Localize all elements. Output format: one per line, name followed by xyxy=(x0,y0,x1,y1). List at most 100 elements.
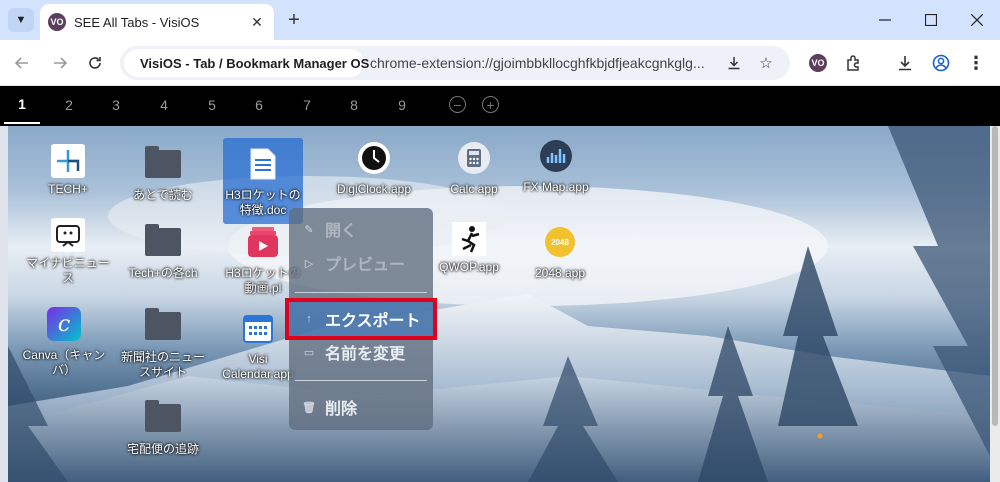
tech-plus-app-icon[interactable]: TECH+ xyxy=(25,144,111,197)
desktop-tab-7[interactable]: 7 xyxy=(289,86,325,124)
reload-icon xyxy=(89,57,101,69)
site-name: VisiOS - Tab / Bookmark Manager OS xyxy=(140,55,370,71)
2048-tile-icon: 2048 xyxy=(540,222,580,262)
mynavi-news-icon[interactable]: マイナビニュース xyxy=(25,218,111,286)
arrow-right-icon xyxy=(54,57,68,69)
menu-item-rename[interactable]: ▭ 名前を変更 xyxy=(289,335,433,369)
icon-label: 宅配便の追跡 xyxy=(126,442,199,456)
icon-label: あとで読む xyxy=(133,188,193,202)
calc-app-icon[interactable]: Calc.app xyxy=(431,138,517,197)
qwop-app-icon[interactable]: QWOP.app xyxy=(426,222,512,275)
context-menu: ✎ 開く ▷ プレビュー ↑ エクスポート ▭ 名前を変更 🗑 削除 xyxy=(285,208,437,430)
extensions-puzzle-icon xyxy=(847,55,859,71)
desktop-tab-8[interactable]: 8 xyxy=(336,86,372,124)
2048-badge: 2048 xyxy=(545,227,575,257)
site-info-chip[interactable]: VisiOS - Tab / Bookmark Manager OS xyxy=(124,49,369,77)
play-icon: ▷ xyxy=(304,257,314,270)
chart-icon xyxy=(536,136,576,176)
desktop-area[interactable]: TECH+ あとで読む H3ロケットの特徴.doc DigiClock.app … xyxy=(8,126,990,482)
desktop-tab-2[interactable]: 2 xyxy=(51,86,87,124)
remove-desktop-button[interactable]: − xyxy=(449,96,466,113)
clock-icon xyxy=(354,138,394,178)
tech-plus-logo-icon xyxy=(51,144,85,178)
profile-button[interactable] xyxy=(929,51,953,75)
minimize-button[interactable] xyxy=(862,0,908,40)
icon-label: TECH+ xyxy=(48,182,88,196)
icon-label: Canva（キャンバ） xyxy=(22,348,106,377)
tv-news-icon xyxy=(51,218,85,252)
visios-extension-button[interactable]: VO xyxy=(806,51,830,75)
folder-icon xyxy=(145,400,181,432)
menu-item-export[interactable]: ↑ エクスポート xyxy=(285,298,437,340)
menu-divider xyxy=(295,380,427,381)
folder-icon xyxy=(145,146,181,178)
desktop-tab-4[interactable]: 4 xyxy=(146,86,182,124)
menu-item-label: 開く xyxy=(325,223,358,240)
new-tab-button[interactable]: + xyxy=(282,8,306,32)
game-2048-app-icon[interactable]: 2048 2048.app xyxy=(517,222,603,281)
menu-item-label: 削除 xyxy=(325,401,358,418)
profile-icon xyxy=(932,54,950,72)
edit-icon: ✎ xyxy=(304,223,314,236)
url-text[interactable]: chrome-extension://gjoimbbkllocghfkbjdfj… xyxy=(370,55,715,71)
desktop-tab-3[interactable]: 3 xyxy=(98,86,134,124)
menu-item-delete[interactable]: 🗑 削除 xyxy=(289,390,433,424)
address-bar[interactable]: VisiOS - Tab / Bookmark Manager OS chrom… xyxy=(120,46,790,80)
icon-label: 新聞社のニュースサイト xyxy=(120,350,205,379)
downloads-button[interactable] xyxy=(893,51,917,75)
menu-divider xyxy=(295,292,427,293)
icon-label: Tech+の各ch xyxy=(128,266,198,280)
desktop-tab-9[interactable]: 9 xyxy=(384,86,420,124)
browser-tab[interactable]: VO SEE All Tabs - VisiOS ✕ xyxy=(40,4,274,40)
document-icon xyxy=(243,144,283,184)
folder-icon xyxy=(145,224,181,256)
menu-item-preview[interactable]: ▷ プレビュー xyxy=(289,246,433,280)
icon-label: Calc.app xyxy=(450,182,498,196)
delivery-tracking-folder-icon[interactable]: 宅配便の追跡 xyxy=(120,398,206,457)
browser-toolbar: VisiOS - Tab / Bookmark Manager OS chrom… xyxy=(0,40,1000,86)
maximize-icon xyxy=(925,14,937,26)
reload-button[interactable] xyxy=(83,51,107,75)
later-folder-icon[interactable]: あとで読む xyxy=(120,144,206,203)
tab-title: SEE All Tabs - VisiOS xyxy=(74,14,200,30)
kebab-menu-icon: ⋮ xyxy=(967,52,985,73)
extensions-menu-button[interactable] xyxy=(842,51,866,75)
close-tab-icon[interactable]: ✕ xyxy=(248,13,266,31)
menu-item-label: エクスポート xyxy=(325,313,421,330)
icon-label: DigiClock.app xyxy=(336,182,412,196)
browser-menu-button[interactable]: ⋮ xyxy=(964,51,988,75)
icon-label: QWOP.app xyxy=(439,260,499,274)
icon-label: 2048.app xyxy=(534,266,586,280)
browser-titlebar: ▼ VO SEE All Tabs - VisiOS ✕ + xyxy=(0,0,1000,40)
trash-icon: 🗑 xyxy=(302,401,316,414)
tab-search-button[interactable]: ▼ xyxy=(8,8,34,32)
canva-app-icon[interactable]: c Canva（キャンバ） xyxy=(21,304,107,378)
add-desktop-button[interactable]: + xyxy=(482,96,499,113)
desktop-tab-5[interactable]: 5 xyxy=(194,86,230,124)
bookmark-star-icon[interactable]: ☆ xyxy=(754,51,778,75)
runner-icon xyxy=(452,222,486,256)
rename-icon: ▭ xyxy=(303,346,315,359)
download-icon xyxy=(899,56,911,71)
techch-folder-icon[interactable]: Tech+の各ch xyxy=(120,222,206,281)
close-icon xyxy=(971,14,983,26)
forward-button[interactable] xyxy=(48,51,72,75)
install-icon[interactable] xyxy=(722,51,746,75)
desktop-tab-6[interactable]: 6 xyxy=(241,86,277,124)
folder-icon xyxy=(145,308,181,340)
back-button[interactable] xyxy=(10,51,34,75)
chevron-down-icon: ▼ xyxy=(15,14,27,26)
menu-item-label: 名前を変更 xyxy=(325,346,406,363)
canva-logo-icon: c xyxy=(44,304,84,344)
maximize-button[interactable] xyxy=(908,0,954,40)
desktop-tab-1[interactable]: 1 xyxy=(4,86,40,124)
visios-favicon-icon: VO xyxy=(48,13,66,31)
page-scrollbar[interactable] xyxy=(990,126,1000,482)
arrow-left-icon xyxy=(14,57,28,69)
scrollbar-thumb[interactable] xyxy=(992,126,998,426)
news-sites-folder-icon[interactable]: 新聞社のニュースサイト xyxy=(120,306,206,380)
digiclock-app-icon[interactable]: DigiClock.app xyxy=(331,138,417,197)
menu-item-open[interactable]: ✎ 開く xyxy=(289,212,433,246)
close-window-button[interactable] xyxy=(954,0,1000,40)
fx-map-app-icon[interactable]: FX Map.app xyxy=(513,136,599,195)
